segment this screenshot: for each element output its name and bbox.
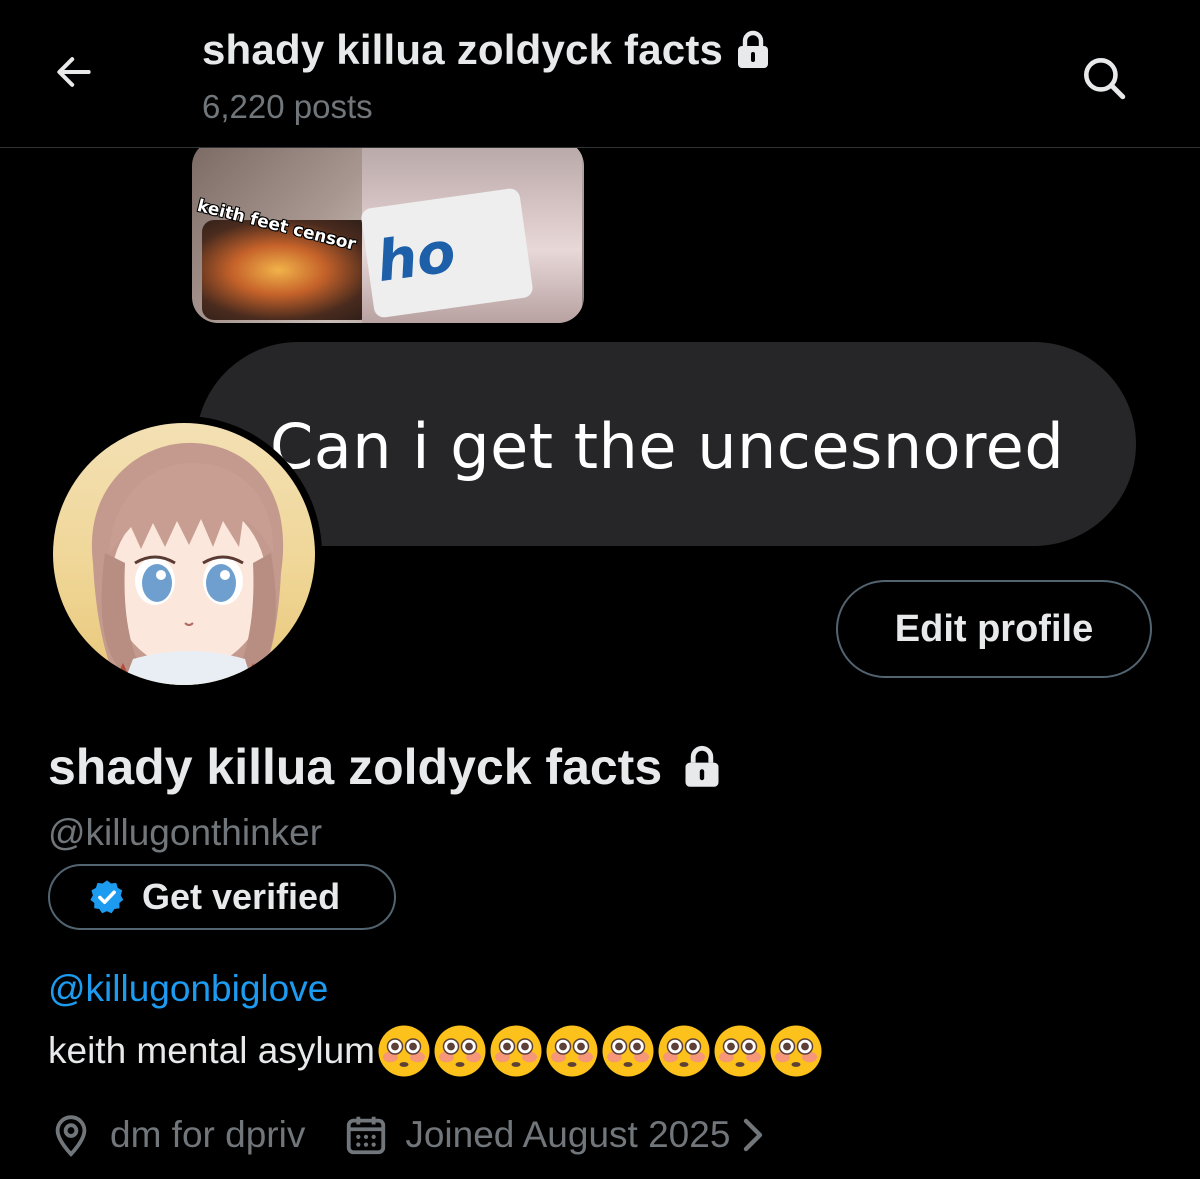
posts-count: 6,220 posts (202, 88, 373, 125)
flushed-face-icon (770, 1025, 822, 1077)
joined-item[interactable]: Joined August 2025 (343, 1112, 768, 1158)
display-name-text: shady killua zoldyck facts (48, 739, 663, 795)
location-pin-icon (55, 1115, 87, 1157)
avatar-image (53, 423, 315, 685)
top-bar: shady killua zoldyck facts 6,220 posts (0, 0, 1200, 148)
joined-text: Joined August 2025 (405, 1114, 731, 1155)
search-icon (1084, 58, 1126, 100)
location-text: dm for dpriv (110, 1114, 306, 1155)
profile-handle: @killugonthinker (48, 812, 323, 853)
flushed-face-icon (658, 1025, 710, 1077)
location-item: dm for dpriv (48, 1112, 305, 1158)
get-verified-label: Get verified (142, 876, 341, 917)
flushed-face-icon (714, 1025, 766, 1077)
bio: keith mental asylum (48, 1024, 825, 1078)
avatar[interactable] (46, 416, 322, 692)
back-button[interactable] (48, 46, 100, 98)
flushed-face-icon (490, 1025, 542, 1077)
profile-page: shady killua zoldyck facts 6,220 posts h… (0, 0, 1200, 1179)
search-button[interactable] (1074, 48, 1134, 108)
lock-icon (738, 30, 769, 68)
flushed-face-icon (434, 1025, 486, 1077)
bottle-logo: ho (372, 219, 460, 296)
banner-photo: ho keith feet censor (192, 148, 584, 323)
flushed-face-icon (546, 1025, 598, 1077)
anime-girl-illustration (91, 442, 284, 685)
edit-profile-button[interactable]: Edit profile (836, 580, 1152, 678)
flushed-face-icon (378, 1025, 430, 1077)
calendar-icon (347, 1116, 386, 1155)
get-verified-button[interactable]: Get verified (48, 864, 396, 930)
verified-badge-icon (90, 880, 124, 914)
profile-display-name: shady killua zoldyck facts (48, 738, 722, 796)
chevron-right-icon (744, 1118, 763, 1152)
flushed-face-icon (602, 1025, 654, 1077)
header-title: shady killua zoldyck facts (202, 26, 771, 74)
lock-icon (685, 745, 719, 787)
bio-text: keith mental asylum (48, 1030, 375, 1071)
profile-meta: dm for dpriv Joined August 2025 (48, 1110, 768, 1160)
header-title-text: shady killua zoldyck facts (202, 26, 724, 73)
bio-emojis (377, 1024, 825, 1078)
bio-mention-link[interactable]: @killugonbiglove (48, 968, 328, 1010)
message-text: Can i get the uncesnored (270, 410, 1065, 483)
arrow-left-icon (57, 57, 91, 87)
